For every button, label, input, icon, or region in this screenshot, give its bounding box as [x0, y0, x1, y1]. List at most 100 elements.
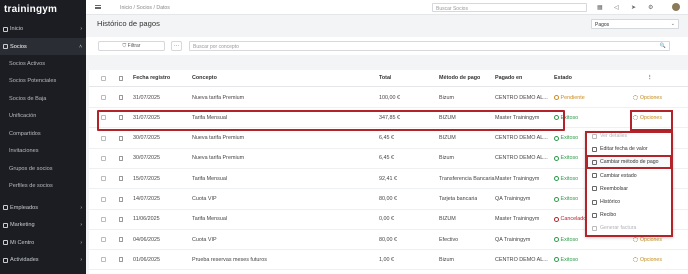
row-options-button[interactable]: Opciones [633, 250, 662, 269]
sidebar-item-label: Grupos de socios [9, 165, 53, 172]
menu-item-recibo[interactable]: Recibo [587, 209, 671, 221]
menu-item-generar-factura[interactable]: Generar factura [587, 222, 671, 234]
row-checkbox[interactable] [101, 155, 106, 161]
sidebar-subitem-socios-potenciales[interactable]: Socios Potenciales [0, 73, 86, 90]
row-document-cell [119, 210, 123, 229]
sidebar: trainingym Inicio › Socios ˄ Socios Activos S… [0, 0, 86, 274]
sidebar-subitem-socios-activos[interactable]: Socios Activos [0, 55, 86, 72]
header-concept[interactable]: Concepto [192, 70, 217, 86]
employee-icon [3, 205, 8, 210]
highlighted-options-outline [630, 110, 673, 131]
row-checkbox-cell[interactable] [101, 129, 106, 148]
menu-item-label: Cambiar método de pago [600, 159, 659, 166]
row-checkbox-cell[interactable] [101, 88, 106, 107]
menu-item-label: Histórico [600, 199, 621, 205]
cell-paid-in: Master Trainingym [495, 216, 540, 223]
history-type-select[interactable]: Pagos ⌄ [591, 19, 679, 29]
select-all-checkbox[interactable] [101, 75, 106, 81]
sidebar-item-label: Empleados [10, 204, 38, 211]
sidebar-subitem-socios-de-baja[interactable]: Socios de Baja [0, 90, 86, 107]
receipt-icon [592, 212, 597, 218]
row-checkbox[interactable] [101, 196, 106, 202]
table-row[interactable]: 01/06/2025 Prueba reservas meses futuros 1… [89, 250, 688, 271]
sidebar-subitem-invitaciones[interactable]: Invitaciones [0, 143, 86, 160]
row-document-cell [119, 88, 123, 107]
status-check-icon [554, 237, 559, 243]
row-document-cell [119, 190, 123, 209]
menu-item-reembolsar[interactable]: Reembolsar [587, 183, 671, 195]
row-checkbox[interactable] [101, 237, 106, 243]
row-checkbox-cell[interactable] [101, 250, 106, 269]
more-filters-button[interactable]: ··· [171, 41, 182, 51]
table-row[interactable]: 31/07/2025 Nueva tarifa Premium 100,00 € Bi… [89, 88, 688, 108]
gear-icon [633, 95, 638, 100]
home-icon [3, 26, 8, 32]
document-icon [119, 216, 123, 222]
settings-icon[interactable]: ⚙ [648, 4, 653, 11]
sidebar-subitem-unificacion[interactable]: Unificación [0, 108, 86, 125]
row-options-button[interactable]: Opciones [633, 88, 662, 107]
sidebar-item-actividades[interactable]: Actividades › [0, 252, 86, 269]
history-icon [592, 199, 597, 205]
row-checkbox[interactable] [101, 95, 106, 100]
megaphone-icon[interactable]: ◁ [614, 4, 619, 11]
sidebar-item-label: Socios Potenciales [9, 78, 57, 84]
row-checkbox-cell[interactable] [101, 210, 106, 229]
row-checkbox-cell[interactable] [101, 149, 106, 168]
cell-paid-in: QA Trainingym [495, 236, 531, 243]
status-label: Exitoso [560, 175, 579, 182]
cell-status: Exitoso [554, 250, 578, 269]
status-check-icon [554, 176, 559, 182]
header-date[interactable]: Fecha registro [133, 70, 170, 86]
header-method[interactable]: Método de pago [439, 70, 480, 86]
row-checkbox[interactable] [101, 216, 106, 222]
header-paid-in[interactable]: Pagado en [495, 70, 522, 86]
sidebar-item-socios[interactable]: Socios ˄ [0, 38, 86, 55]
user-avatar[interactable] [672, 3, 680, 11]
cell-status: Cancelado [554, 210, 586, 229]
row-checkbox-cell[interactable] [101, 169, 106, 188]
global-search-input[interactable]: Buscar Socios [432, 3, 587, 12]
cell-method: Transferencia Bancaria [439, 175, 495, 182]
header-total[interactable]: Total [379, 70, 391, 86]
row-checkbox[interactable] [101, 257, 106, 263]
chevron-icon: › [80, 222, 82, 228]
status-label: Cancelado [560, 216, 587, 223]
menu-item-cambiar-estado[interactable]: Cambiar estado [587, 170, 671, 182]
sidebar-subitem-perfiles-de-socios[interactable]: Perfiles de socios [0, 178, 86, 195]
header-status[interactable]: Estado [554, 70, 572, 86]
menu-item-editar-fecha-de-valor[interactable]: Editar fecha de valor [587, 143, 671, 155]
filter-button[interactable]: ⛉ Filtrar [98, 41, 165, 51]
sidebar-item-inicio[interactable]: Inicio › [0, 20, 86, 38]
row-checkbox[interactable] [101, 176, 106, 182]
grid-icon[interactable]: ▦ [597, 4, 603, 11]
cell-concept: Tarifa Mensual [192, 175, 228, 182]
megaphone-icon [3, 222, 8, 228]
concept-search-input[interactable]: Buscar por concepto 🔍 [189, 41, 670, 51]
status-label: Exitoso [560, 256, 579, 263]
row-checkbox-cell[interactable] [101, 190, 106, 209]
cell-paid-in: CENTRO DEMO AL... [495, 135, 548, 142]
menu-item-historico[interactable]: Histórico [587, 196, 671, 208]
send-icon[interactable]: ➤ [631, 4, 636, 11]
sidebar-item-marketing[interactable]: Marketing › [0, 217, 86, 234]
menu-toggle-icon[interactable] [95, 5, 101, 9]
sidebar-item-label: Perfiles de socios [9, 183, 53, 189]
sidebar-item-empleados[interactable]: Empleados › [0, 199, 86, 216]
column-menu-icon[interactable]: ⋮ [647, 70, 652, 86]
cell-date: 14/07/2025 [133, 196, 160, 202]
row-checkbox[interactable] [101, 135, 106, 141]
sidebar-subitem-compartidos[interactable]: Compartidos [0, 125, 86, 142]
status-badge: Pendiente [554, 95, 585, 101]
undo-icon [592, 186, 597, 192]
sidebar-subitem-grupos-de-socios[interactable]: Grupos de socios [0, 160, 86, 177]
menu-item-ver-detalles[interactable]: Ver detalles [587, 130, 671, 142]
row-document-cell [119, 149, 123, 168]
sidebar-item-label: Unificación [9, 113, 37, 119]
brand-logo: trainingym [4, 3, 58, 15]
menu-item-cambiar-metodo-de-pago[interactable]: Cambiar método de pago [586, 155, 672, 170]
status-badge: Exitoso [554, 135, 578, 141]
sidebar-item-mi-centro[interactable]: Mi Centro › [0, 234, 86, 251]
row-checkbox-cell[interactable] [101, 230, 106, 249]
menu-item-label: Cambiar estado [600, 172, 637, 179]
